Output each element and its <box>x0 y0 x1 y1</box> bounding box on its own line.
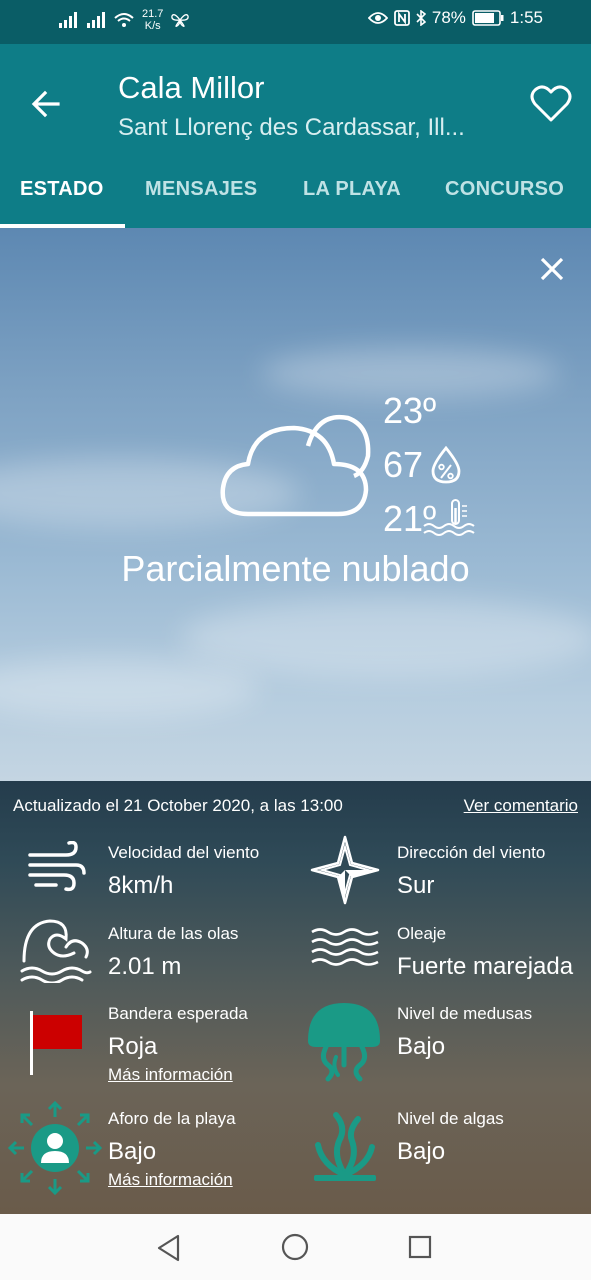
capacity-more-info-link[interactable]: Más información <box>108 1170 233 1190</box>
flag-label: Bandera esperada <box>108 1004 248 1023</box>
wave-icon <box>20 919 92 983</box>
wind-speed-value: 8km/h <box>108 872 174 899</box>
tab-bar: ESTADO MENSAJES LA PLAYA CONCURSO <box>0 174 591 228</box>
air-temperature: 23º <box>383 390 437 431</box>
signal-icon <box>59 12 77 28</box>
butterfly-icon <box>171 14 190 28</box>
swell-label: Oleaje <box>397 924 447 943</box>
humidity: 67 <box>383 444 424 485</box>
updated-timestamp: Actualizado el 21 October 2020, a las 13… <box>13 796 343 815</box>
weather-description: Parcialmente nublado <box>121 548 470 589</box>
seaweed-value: Bajo <box>397 1138 446 1165</box>
tab-estado[interactable]: ESTADO <box>20 178 104 201</box>
view-comment-link[interactable]: Ver comentario <box>464 796 578 816</box>
wind-icon <box>28 841 86 892</box>
capacity-value: Bajo <box>108 1138 157 1165</box>
bluetooth-icon <box>416 10 426 26</box>
red-flag-icon <box>30 1011 82 1075</box>
water-temperature-icon <box>423 499 475 536</box>
nav-back-icon[interactable] <box>156 1234 182 1262</box>
seaweed-icon <box>314 1112 376 1181</box>
system-nav-bar <box>0 1214 591 1280</box>
seaweed-label: Nivel de algas <box>397 1109 504 1128</box>
flag-more-info-link[interactable]: Más información <box>108 1065 233 1085</box>
humidity-drop-icon <box>431 446 461 484</box>
swell-icon <box>311 928 379 966</box>
jellyfish-value: Bajo <box>397 1033 446 1060</box>
battery-percent: 78% <box>431 8 466 27</box>
beach-subtitle: Sant Llorenç des Cardassar, Ill... <box>118 114 465 141</box>
eye-icon <box>367 12 388 24</box>
tab-la-playa[interactable]: LA PLAYA <box>303 178 401 201</box>
sky-cloud <box>180 598 591 678</box>
jellyfish-label: Nivel de medusas <box>397 1004 533 1023</box>
tab-mensajes[interactable]: MENSAJES <box>145 178 257 201</box>
favorite-heart-icon[interactable] <box>529 82 573 126</box>
network-speed-value: 21.7 <box>142 8 164 20</box>
nav-home-icon[interactable] <box>281 1233 309 1261</box>
compass-rose-icon <box>310 835 380 905</box>
close-icon[interactable] <box>539 256 565 282</box>
clock: 1:55 <box>509 8 543 27</box>
flag-value: Roja <box>108 1033 158 1060</box>
back-arrow-icon[interactable] <box>28 86 64 122</box>
signal-icon-2 <box>87 12 105 28</box>
beach-capacity-icon <box>8 1101 102 1195</box>
wind-speed-label: Velocidad del viento <box>108 843 260 862</box>
partly-cloudy-icon <box>220 414 371 517</box>
app-bar: Cala Millor Sant Llorenç des Cardassar, … <box>0 44 591 228</box>
nfc-icon <box>393 10 410 26</box>
beach-title: Cala Millor <box>118 70 265 105</box>
swell-value: Fuerte marejada <box>397 953 574 980</box>
weather-hero: 23º 67 21º Parcialmente nublado <box>0 228 591 781</box>
network-speed-unit: K/s <box>144 20 161 32</box>
nav-recents-icon[interactable] <box>408 1235 432 1259</box>
wave-height-value: 2.01 m <box>108 953 182 980</box>
wave-height-label: Altura de las olas <box>108 924 239 943</box>
battery-icon <box>472 10 504 26</box>
status-left: 21.7 K/s <box>58 8 190 32</box>
status-right: 78% 1:55 <box>367 8 543 28</box>
tab-concurso[interactable]: CONCURSO <box>445 178 564 201</box>
wifi-icon <box>114 13 134 27</box>
network-speed: 21.7 K/s <box>142 8 163 32</box>
jellyfish-icon <box>308 1003 380 1082</box>
wind-direction-label: Dirección del viento <box>397 843 546 862</box>
beach-info-panel: Actualizado el 21 October 2020, a las 13… <box>0 781 591 1214</box>
wind-direction-value: Sur <box>397 872 435 899</box>
sky-cloud <box>0 658 260 718</box>
capacity-label: Aforo de la playa <box>108 1109 236 1128</box>
status-bar: 21.7 K/s 78% 1:55 <box>0 0 591 44</box>
